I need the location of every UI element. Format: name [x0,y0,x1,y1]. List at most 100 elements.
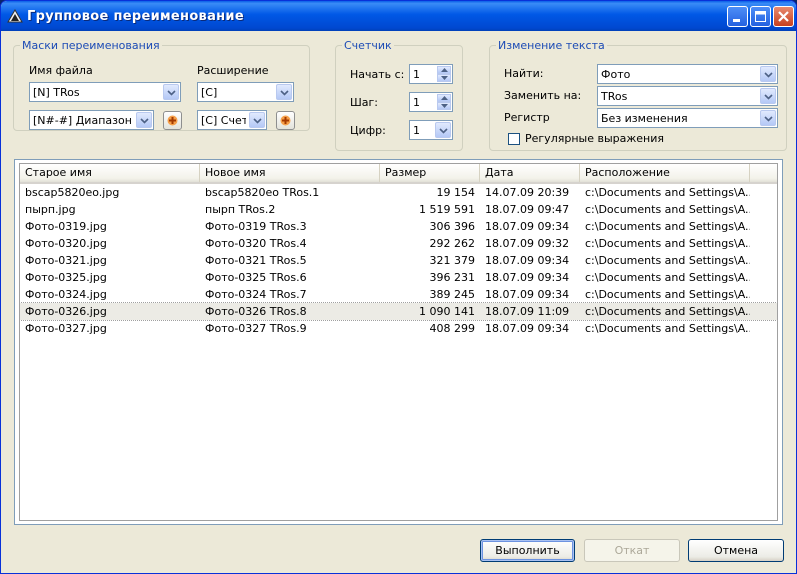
digits-value: 1 [413,124,420,137]
column-location[interactable]: Расположение [580,164,750,182]
maximize-button[interactable] [750,6,771,27]
table-row[interactable]: Фото-0319.jpg Фото-0319 TRos.3 306 396 1… [20,218,777,235]
new-name-cell: Фото-0326 TRos.8 [205,305,307,318]
new-name-cell: пырп TRos.2 [205,203,276,216]
chevron-down-icon[interactable] [249,112,265,128]
app-logo-icon[interactable] [7,9,23,23]
chevron-down-icon[interactable] [760,110,776,126]
table-row[interactable]: Фото-0325.jpg Фото-0325 TRos.6 396 231 1… [20,269,777,286]
date-cell: 14.07.09 20:39 [485,186,570,199]
table-row[interactable]: Фото-0324.jpg Фото-0324 TRos.7 389 245 1… [20,286,777,303]
window-title: Групповое переименование [27,9,244,24]
column-old-name[interactable]: Старое имя [20,164,200,182]
spinner-up-icon[interactable] [437,66,451,74]
table-row[interactable]: Фото-0321.jpg Фото-0321 TRos.5 321 379 1… [20,252,777,269]
digits-combo[interactable]: 1 [409,120,453,140]
file-list[interactable]: Старое имя Новое имя Размер Дата Располо… [14,159,783,525]
add-filename-mask-button[interactable] [163,111,182,130]
minimize-button[interactable] [727,6,748,27]
size-cell: 292 262 [429,237,476,250]
table-row[interactable]: пырп.jpg пырп TRos.2 1 519 591 18.07.09 … [20,201,777,218]
table-row[interactable]: Фото-0327.jpg Фото-0327 TRos.9 408 299 1… [20,320,777,337]
chevron-down-icon[interactable] [136,112,152,128]
old-name-cell: bscap5820eo.jpg [25,186,120,199]
chevron-down-icon[interactable] [163,84,179,100]
minimize-icon [733,19,740,22]
digits-label: Цифр: [350,124,386,137]
case-value: Без изменения [601,112,688,125]
column-new-name[interactable]: Новое имя [200,164,380,182]
filename-mask-value: [N] TRos [33,86,80,99]
table-row-selected[interactable]: Фото-0326.jpg Фото-0326 TRos.8 1 090 141… [20,302,777,321]
step-value: 1 [413,96,420,109]
chevron-down-icon[interactable] [435,122,451,138]
spinner-down-icon[interactable] [437,74,451,82]
size-cell: 1 519 591 [419,203,475,216]
maximize-icon [755,11,766,22]
run-button[interactable]: Выполнить [480,539,575,562]
location-cell: c:\Documents and Settings\A.. [585,288,750,301]
chevron-down-icon[interactable] [760,88,776,104]
date-cell: 18.07.09 09:34 [485,271,570,284]
column-size[interactable]: Размер [380,164,480,182]
date-cell: 18.07.09 11:09 [485,305,570,318]
counter-legend: Счетчик [342,39,394,52]
find-combo[interactable]: Фото [597,64,778,84]
masks-legend: Маски переименования [20,39,162,52]
client-area: Маски переименования Имя файла [N] TRos … [4,31,793,571]
location-cell: c:\Documents and Settings\A.. [585,203,750,216]
range-mask-combo[interactable]: [N#-#] Диапазон [29,110,154,130]
old-name-cell: Фото-0324.jpg [25,288,107,301]
extension-counter-value: [C] Счетчи [201,114,246,127]
filename-mask-combo[interactable]: [N] TRos [29,82,181,102]
location-cell: c:\Documents and Settings\A.. [585,237,750,250]
start-spinner[interactable]: 1 [409,64,453,84]
size-cell: 306 396 [429,220,476,233]
extension-counter-combo[interactable]: [C] Счетчи [197,110,267,130]
location-cell: c:\Documents and Settings\A.. [585,220,750,233]
case-combo[interactable]: Без изменения [597,108,778,128]
location-cell: c:\Documents and Settings\A.. [585,186,750,199]
rename-window: Групповое переименование Маски переимено… [0,0,797,574]
old-name-cell: Фото-0321.jpg [25,254,107,267]
close-button[interactable] [773,6,794,27]
step-label: Шаг: [350,96,378,109]
table-row[interactable]: bscap5820eo.jpg bscap5820eo TRos.1 19 15… [20,184,777,201]
spinner-down-icon[interactable] [437,102,451,110]
chevron-down-icon[interactable] [276,84,292,100]
extension-mask-combo[interactable]: [C] [197,82,294,102]
date-cell: 18.07.09 09:47 [485,203,570,216]
date-cell: 18.07.09 09:34 [485,220,570,233]
replace-value: TRos [601,90,628,103]
location-cell: c:\Documents and Settings\A.. [585,254,750,267]
column-date[interactable]: Дата [480,164,580,182]
replace-combo[interactable]: TRos [597,86,778,106]
file-list-inner: Старое имя Новое имя Размер Дата Располо… [19,163,778,521]
step-spinner[interactable]: 1 [409,92,453,112]
cancel-button[interactable]: Отмена [688,539,784,562]
find-label: Найти: [504,67,544,80]
chevron-down-icon[interactable] [760,66,776,82]
case-label: Регистр [504,111,550,124]
new-name-cell: Фото-0325 TRos.6 [205,271,307,284]
regex-checkbox[interactable] [508,133,520,145]
new-name-cell: Фото-0321 TRos.5 [205,254,307,267]
old-name-cell: Фото-0320.jpg [25,237,107,250]
plus-icon [167,115,178,126]
start-label: Начать с: [350,68,405,81]
new-name-cell: Фото-0324 TRos.7 [205,288,307,301]
extension-mask-value: [C] [201,86,218,99]
counter-group: Счетчик Начать с: 1 Шаг: 1 Цифр: 1 [335,39,463,151]
masks-group: Маски переименования Имя файла [N] TRos … [13,39,310,131]
filename-label: Имя файла [29,64,93,77]
add-extension-mask-button[interactable] [276,111,295,130]
size-cell: 1 090 141 [419,305,475,318]
table-row[interactable]: Фото-0320.jpg Фото-0320 TRos.4 292 262 1… [20,235,777,252]
title-bar[interactable]: Групповое переименование [1,1,796,31]
plus-icon [280,115,291,126]
regex-label[interactable]: Регулярные выражения [525,132,664,145]
undo-button[interactable]: Откат [584,539,680,562]
old-name-cell: Фото-0326.jpg [25,305,107,318]
new-name-cell: bscap5820eo TRos.1 [205,186,320,199]
spinner-up-icon[interactable] [437,94,451,102]
